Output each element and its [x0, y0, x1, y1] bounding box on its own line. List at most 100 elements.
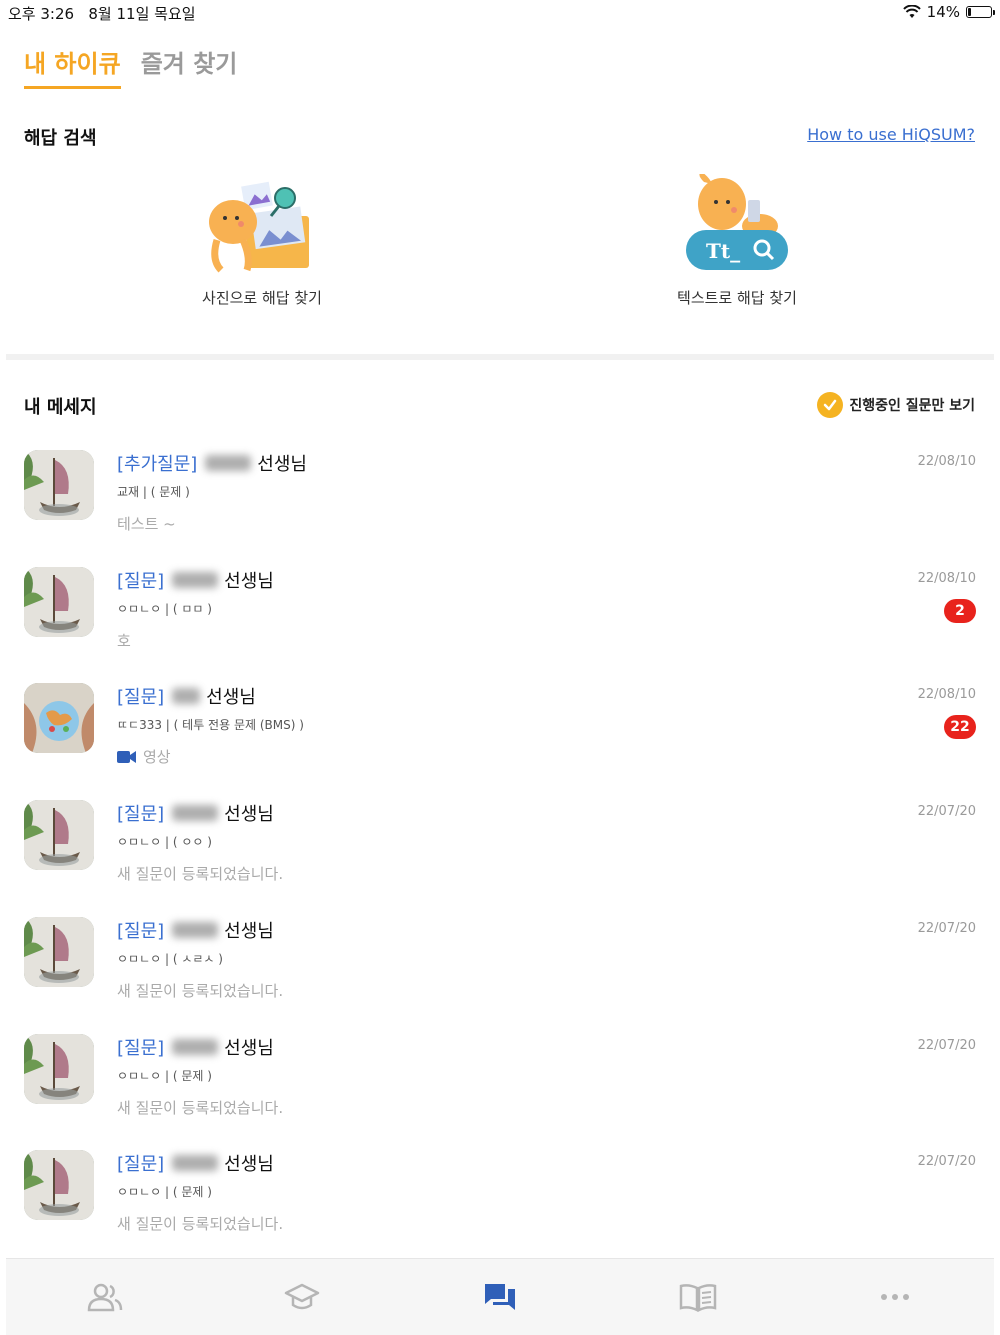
text-search-illustration: Tt_ [682, 172, 792, 279]
message-title: [질문] 선생님 [117, 683, 256, 709]
teacher-label: 선생님 [257, 454, 307, 475]
status-time-text: 오후 3:26 [8, 5, 75, 23]
text-search-button[interactable]: Tt_ 텍스트로 해답 찾기 [607, 172, 867, 308]
status-right: 14% [902, 3, 995, 21]
message-subject: ㅇㅁㄴㅇ | ( ㅁㅁ ) [117, 602, 212, 616]
message-item[interactable]: [질문] 선생님 ㅇㅁㄴㅇ | ( 문제 ) 새 질문이 등록되었습니다. 22/07/… [24, 1150, 976, 1260]
status-bar: 오후 3:26 8월 11일 목요일 14% [0, 0, 1000, 26]
message-tag: [질문] [117, 921, 165, 942]
avatar [24, 450, 94, 520]
nav-more[interactable] [865, 1272, 925, 1322]
message-subject: ㅇㅁㄴㅇ | ( 문제 ) [117, 1069, 212, 1083]
message-subject: ㅇㅁㄴㅇ | ( ㅇㅇ ) [117, 835, 212, 849]
avatar [24, 1034, 94, 1104]
message-preview-text: 호 [117, 632, 131, 650]
message-title: [질문] 선생님 [117, 917, 274, 943]
teacher-label: 선생님 [206, 687, 256, 708]
wifi-icon [902, 5, 921, 18]
message-subject: 교재 | ( 문제 ) [117, 485, 190, 499]
message-item[interactable]: [추가질문] 선생님교재 | ( 문제 ) 테스트 ~ 22/08/10 [24, 450, 976, 560]
message-item[interactable]: [질문] 선생님 ㅇㅁㄴㅇ | ( ㅇㅇ ) 새 질문이 등록되었습니다. 22/07/… [24, 800, 976, 910]
blurred-name [172, 805, 219, 821]
message-subject: ㅇㅁㄴㅇ | ( ㅅㄹㅅ ) [117, 952, 223, 966]
in-progress-filter[interactable]: 진행중인 질문만 보기 [817, 392, 975, 418]
checkmark-icon[interactable] [817, 392, 844, 418]
teacher-label: 선생님 [224, 1154, 274, 1175]
message-tag: [질문] [117, 687, 165, 708]
people-icon [87, 1283, 123, 1312]
message-item[interactable]: [질문] 선생님 ㅇㅁㄴㅇ | ( ㅅㄹㅅ ) 새 질문이 등록되었습니다. 22/07… [24, 917, 976, 1027]
blurred-name [205, 455, 252, 471]
blurred-name [172, 1155, 219, 1171]
unread-badge: 22 [944, 715, 976, 739]
photo-search-illustration [207, 174, 317, 279]
avatar [24, 917, 94, 987]
howto-link[interactable]: How to use HiQSUM? [807, 125, 975, 144]
message-tag: [질문] [117, 1154, 165, 1175]
bottom-nav [6, 1258, 994, 1335]
nav-learning[interactable] [272, 1272, 332, 1322]
message-preview-text: 테스트 ~ [117, 515, 176, 533]
nav-library[interactable] [668, 1272, 728, 1322]
photo-search-label: 사진으로 해답 찾기 [202, 289, 322, 307]
tab-favorites[interactable]: 즐겨 찾기 [141, 44, 238, 87]
message-preview: 새 질문이 등록되었습니다. [117, 1097, 283, 1118]
messages-title: 내 메세지 [24, 397, 97, 418]
graduation-cap-icon [285, 1283, 320, 1310]
photo-search-button[interactable]: 사진으로 해답 찾기 [132, 174, 392, 308]
message-date: 22/08/10 [917, 687, 976, 702]
status-date-text: 8월 11일 목요일 [88, 5, 196, 23]
message-date: 22/08/10 [917, 571, 976, 586]
message-preview: 새 질문이 등록되었습니다. [117, 1213, 283, 1234]
message-preview-text: 새 질문이 등록되었습니다. [117, 1215, 284, 1233]
avatar [24, 683, 94, 753]
message-item[interactable]: [질문] 선생님 ㅇㅁㄴㅇ | ( ㅁㅁ ) 호 22/08/10 2 [24, 567, 976, 677]
message-item[interactable]: [질문] 선생님 ㅇㅁㄴㅇ | ( 문제 ) 새 질문이 등록되었습니다. 22/07/… [24, 1034, 976, 1144]
message-tag: [질문] [117, 1038, 165, 1059]
blurred-name [172, 922, 219, 938]
answer-search-title: 해답 검색 [24, 128, 97, 149]
message-item[interactable]: [질문] 선생님 ㄸㄷ333 | ( 테투 전용 문제 (BMS) ) 영상 22/08… [24, 683, 976, 793]
avatar [24, 1150, 94, 1220]
message-preview: 테스트 ~ [117, 513, 176, 534]
message-preview-text: 새 질문이 등록되었습니다. [117, 982, 284, 1000]
message-preview-text: 영상 [143, 748, 171, 766]
filter-label: 진행중인 질문만 보기 [849, 398, 975, 414]
message-date: 22/07/20 [917, 1038, 976, 1053]
unread-badge: 2 [944, 599, 976, 623]
nav-messages[interactable] [470, 1272, 530, 1322]
message-title: [질문] 선생님 [117, 1034, 274, 1060]
section-divider [6, 354, 994, 360]
message-subject: ㄸㄷ333 | ( 테투 전용 문제 (BMS) ) [117, 718, 304, 732]
text-search-badge: Tt_ [706, 239, 740, 263]
tab-my-hiq[interactable]: 내 하이큐 [24, 44, 121, 89]
text-search-label: 텍스트로 해답 찾기 [677, 289, 797, 307]
message-preview-text: 새 질문이 등록되었습니다. [117, 865, 284, 883]
message-preview: 새 질문이 등록되었습니다. [117, 980, 283, 1001]
message-date: 22/08/10 [917, 454, 976, 469]
more-icon [881, 1294, 910, 1300]
avatar [24, 800, 94, 870]
blurred-name [172, 1039, 219, 1055]
message-preview-text: 새 질문이 등록되었습니다. [117, 1099, 284, 1117]
nav-people[interactable] [75, 1272, 135, 1322]
message-date: 22/07/20 [917, 804, 976, 819]
battery-percent: 14% [926, 3, 960, 21]
teacher-label: 선생님 [224, 571, 274, 592]
battery-icon [966, 6, 995, 18]
message-preview: 영상 [117, 746, 171, 767]
status-time: 오후 3:26 8월 11일 목요일 [8, 3, 196, 24]
message-date: 22/07/20 [917, 921, 976, 936]
message-preview: 새 질문이 등록되었습니다. [117, 863, 283, 884]
book-icon [679, 1284, 716, 1312]
message-preview: 호 [117, 630, 131, 651]
message-date: 22/07/20 [917, 1154, 976, 1169]
teacher-label: 선생님 [224, 804, 274, 825]
message-tag: [추가질문] [117, 454, 198, 475]
teacher-label: 선생님 [224, 921, 274, 942]
top-tabs: 내 하이큐 즐겨 찾기 [24, 44, 238, 89]
message-title: [질문] 선생님 [117, 800, 274, 826]
blurred-name [172, 688, 201, 704]
chat-icon [484, 1284, 515, 1310]
message-tag: [질문] [117, 571, 165, 592]
